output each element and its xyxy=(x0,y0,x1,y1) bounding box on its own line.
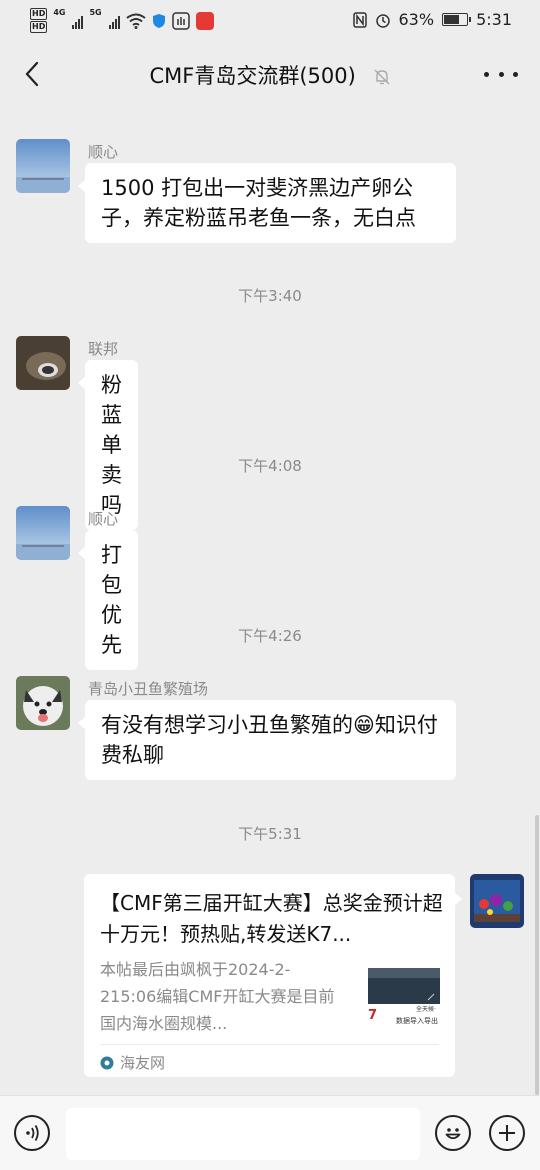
battery-icon xyxy=(442,13,472,26)
thumb-number: 7 xyxy=(368,1008,378,1023)
message-bubble[interactable]: 1500 打包出一对斐济黑边产卵公子，养定粉蓝吊老鱼一条，无白点 xyxy=(78,163,456,243)
add-button[interactable] xyxy=(489,1115,525,1151)
sender-name: 顺心 xyxy=(88,143,119,161)
thumb-caption-top: 全天候· xyxy=(416,1006,436,1013)
sender-name: 青岛小丑鱼繁殖场 xyxy=(88,680,209,698)
link-card-source: 海友网 xyxy=(100,1052,165,1073)
avatar[interactable] xyxy=(16,139,70,193)
app-notification-icon xyxy=(195,12,214,30)
hand-icon xyxy=(171,12,190,30)
my-avatar[interactable] xyxy=(470,874,524,928)
alarm-icon xyxy=(375,13,390,28)
avatar[interactable] xyxy=(16,336,70,390)
status-bar: HD HD 4G 5G 63% 5:31 xyxy=(0,0,540,40)
more-options-button[interactable] xyxy=(484,60,518,88)
voice-button[interactable] xyxy=(14,1115,50,1151)
nfc-icon xyxy=(352,11,367,28)
network-type-1: 4G xyxy=(53,8,66,17)
plus-icon xyxy=(499,1125,515,1141)
message-bubble[interactable]: 粉蓝单卖吗 xyxy=(78,360,138,530)
source-name: 海友网 xyxy=(120,1054,166,1072)
emoji-icon xyxy=(445,1128,461,1140)
message-text: 有没有想学习小丑鱼繁殖的😁知识付费私聊 xyxy=(101,713,438,767)
link-card[interactable]: 【CMF第三届开缸大赛】总奖金预计超十万元！预热贴,转发送K7... 本帖最后由… xyxy=(84,874,462,1077)
chat-title: CMF青岛交流群(500) xyxy=(0,60,540,90)
sender-name: 顺心 xyxy=(88,510,119,528)
timestamp: 下午4:08 xyxy=(238,457,302,475)
shield-icon xyxy=(152,14,165,28)
timestamp: 下午5:31 xyxy=(238,825,302,843)
voice-icon xyxy=(26,1125,39,1141)
link-card-title: 【CMF第三届开缸大赛】总奖金预计超十万元！预热贴,转发送K7... xyxy=(100,891,443,946)
group-name: CMF青岛交流群(500) xyxy=(149,64,356,88)
message-bubble[interactable]: 有没有想学习小丑鱼繁殖的😁知识付费私聊 xyxy=(78,700,456,780)
timestamp: 下午3:40 xyxy=(238,287,302,305)
message-input[interactable] xyxy=(66,1108,420,1160)
timestamp: 下午4:26 xyxy=(238,627,302,645)
mute-bell-icon xyxy=(374,69,390,85)
hd-badge-2: HD xyxy=(30,21,48,33)
link-card-thumbnail: 7 全天候· 数据导入导出 xyxy=(368,964,440,1032)
chat-header: CMF青岛交流群(500) xyxy=(0,40,540,108)
source-logo-icon xyxy=(100,1056,114,1069)
thumb-caption: 数据导入导出 xyxy=(396,1017,438,1025)
link-card-description: 本帖最后由飒枫于2024-2-215:06编辑CMF开缸大赛是目前国内海水圈规模… xyxy=(100,960,335,1033)
hd-badge-1: HD xyxy=(30,8,48,20)
battery-percent: 63% xyxy=(398,10,435,29)
avatar[interactable] xyxy=(16,676,70,730)
wifi-icon xyxy=(126,13,146,29)
message-text: 粉蓝单卖吗 xyxy=(101,373,122,517)
divider xyxy=(100,1044,439,1045)
input-bar xyxy=(0,1095,540,1170)
clock: 5:31 xyxy=(476,10,512,29)
message-bubble[interactable]: 打包优先 xyxy=(78,530,138,670)
emoji-button[interactable] xyxy=(435,1115,471,1151)
signal-icon-1 xyxy=(72,13,84,29)
avatar[interactable] xyxy=(16,506,70,560)
network-type-2: 5G xyxy=(89,8,102,17)
message-text: 1500 打包出一对斐济黑边产卵公子，养定粉蓝吊老鱼一条，无白点 xyxy=(101,176,416,230)
scrollbar[interactable] xyxy=(535,815,539,1095)
hd-indicator: HD HD xyxy=(30,8,48,34)
sender-name: 联邦 xyxy=(88,340,119,358)
signal-icon-2 xyxy=(108,13,120,29)
